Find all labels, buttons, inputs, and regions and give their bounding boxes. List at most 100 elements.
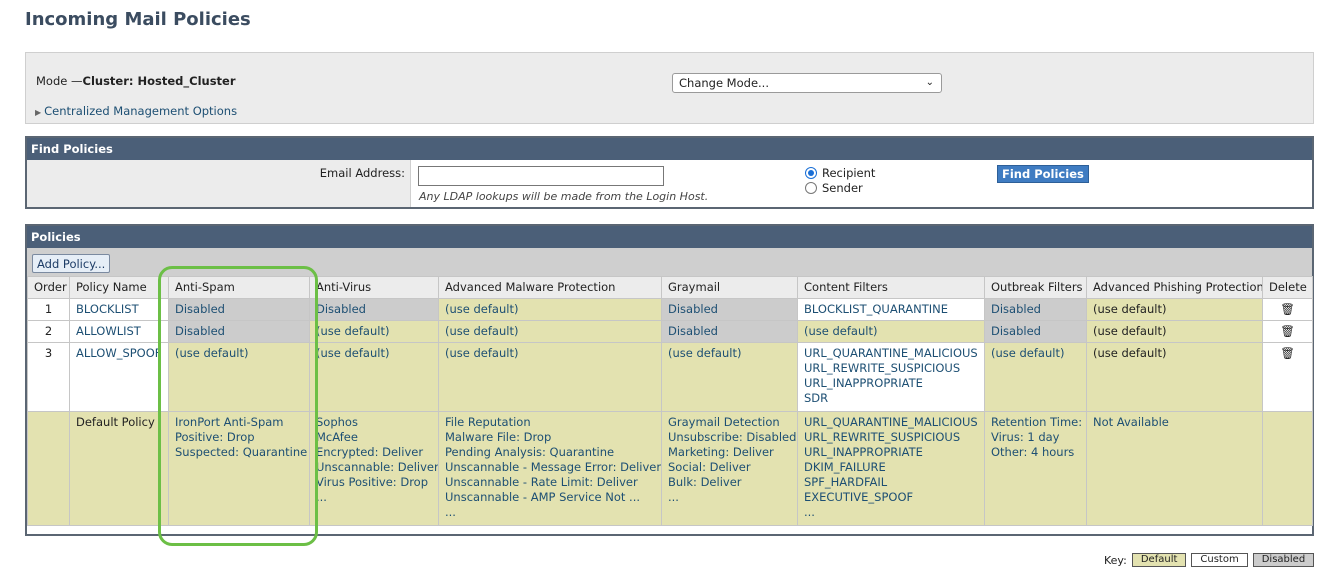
policies-header: Policies — [27, 226, 1312, 248]
email-address-input[interactable] — [418, 166, 664, 186]
phishing-cell[interactable]: (use default) — [1086, 298, 1263, 321]
mode-label: Mode — — [36, 74, 83, 88]
key-label: Key: — [1104, 553, 1127, 567]
col-graymail: Graymail — [661, 276, 798, 299]
anti-virus-cell[interactable]: Disabled — [309, 298, 439, 321]
content-filter-line: SDR — [804, 391, 829, 405]
col-anti-virus: Anti-Virus — [309, 276, 439, 299]
outbreak-cell[interactable]: Disabled — [984, 320, 1087, 343]
cell-line: ... — [668, 490, 679, 504]
cell-line: Marketing: Deliver — [668, 445, 774, 459]
row-order — [27, 411, 70, 526]
key-disabled: Disabled — [1252, 553, 1315, 567]
anti-spam-cell[interactable]: Disabled — [168, 320, 310, 343]
cell-line: URL_INAPPROPRIATE — [804, 445, 923, 459]
content-filters-cell[interactable]: BLOCKLIST_QUARANTINE — [797, 298, 985, 321]
recipient-radio-row[interactable]: Recipient — [805, 166, 875, 180]
cell-line: Suspected: Quarantine — [175, 445, 308, 459]
mode-panel: Mode —Cluster: Hosted_Cluster ▶ Centraliz… — [25, 52, 1314, 124]
cell-line: Malware File: Drop — [445, 430, 552, 444]
ldap-hint: Any LDAP lookups will be made from the L… — [419, 190, 709, 203]
sender-radio[interactable] — [805, 182, 817, 194]
cell-line: File Reputation — [445, 415, 531, 429]
amp-cell[interactable]: File Reputation Malware File: Drop Pendi… — [438, 411, 662, 526]
anti-virus-cell[interactable]: (use default) — [309, 320, 439, 343]
col-policy-name: Policy Name — [69, 276, 169, 299]
policy-name-link[interactable]: ALLOWLIST — [69, 320, 169, 343]
graymail-cell[interactable]: (use default) — [661, 342, 798, 412]
col-content-filters: Content Filters — [797, 276, 985, 299]
col-anti-spam: Anti-Spam — [168, 276, 310, 299]
delete-cell: 🗑 — [1262, 298, 1313, 321]
cell-line: Pending Analysis: Quarantine — [445, 445, 615, 459]
cell-line: Other: 4 hours — [991, 445, 1075, 459]
content-filters-cell[interactable]: URL_QUARANTINE_MALICIOUS URL_REWRITE_SUS… — [797, 342, 985, 412]
anti-spam-cell[interactable]: (use default) — [168, 342, 310, 412]
policies-section: Policies Add Policy... Order Policy Name… — [25, 224, 1314, 536]
outbreak-cell[interactable]: (use default) — [984, 342, 1087, 412]
delete-cell: 🗑 — [1262, 320, 1313, 343]
phishing-cell[interactable]: Not Available — [1086, 411, 1263, 526]
color-key: Key: Default Custom Disabled — [1104, 553, 1315, 567]
col-order: Order — [27, 276, 70, 299]
page-title: Incoming Mail Policies — [25, 9, 251, 30]
content-filters-cell[interactable]: URL_QUARANTINE_MALICIOUS URL_REWRITE_SUS… — [797, 411, 985, 526]
key-default: Default — [1131, 553, 1187, 567]
cell-line: ... — [445, 505, 456, 519]
cell-line: Virus Positive: Drop — [316, 475, 429, 489]
table-row: 3 ALLOW_SPOOF (use default) (use default… — [27, 342, 1313, 412]
phishing-cell[interactable]: (use default) — [1086, 320, 1263, 343]
trash-icon[interactable]: 🗑 — [1280, 346, 1295, 360]
key-custom: Custom — [1191, 553, 1248, 567]
content-filter-line: URL_INAPPROPRIATE — [804, 376, 923, 390]
table-header-row: Order Policy Name Anti-Spam Anti-Virus A… — [27, 276, 1313, 299]
graymail-cell[interactable]: Disabled — [661, 320, 798, 343]
cell-line: Bulk: Deliver — [668, 475, 742, 489]
outbreak-cell[interactable]: Retention Time: Virus: 1 day Other: 4 ho… — [984, 411, 1087, 526]
change-mode-select[interactable]: Change Mode... ⌄ — [672, 73, 942, 93]
add-policy-button[interactable]: Add Policy... — [32, 254, 111, 273]
cell-line: Social: Deliver — [668, 460, 751, 474]
row-order: 2 — [27, 320, 70, 343]
amp-cell[interactable]: (use default) — [438, 320, 662, 343]
cell-line: Unscannable - AMP Service Not ... — [445, 490, 641, 504]
anti-virus-cell[interactable]: Sophos McAfee Encrypted: Deliver Unscann… — [309, 411, 439, 526]
content-filters-cell[interactable]: (use default) — [797, 320, 985, 343]
find-policies-section: Find Policies Email Address: Any LDAP lo… — [25, 136, 1314, 209]
anti-spam-cell[interactable]: Disabled — [168, 298, 310, 321]
policies-table: Order Policy Name Anti-Spam Anti-Virus A… — [27, 276, 1313, 526]
cell-line: IronPort Anti-Spam — [175, 415, 284, 429]
graymail-cell[interactable]: Graymail Detection Unsubscribe: Disabled… — [661, 411, 798, 526]
trash-icon[interactable]: 🗑 — [1280, 302, 1295, 316]
cell-line: Graymail Detection — [668, 415, 780, 429]
sender-radio-row[interactable]: Sender — [805, 181, 863, 195]
anti-spam-cell[interactable]: IronPort Anti-Spam Positive: Drop Suspec… — [168, 411, 310, 526]
find-policies-button[interactable]: Find Policies — [997, 165, 1089, 183]
policy-name-link[interactable]: ALLOW_SPOOF — [69, 342, 169, 412]
col-advanced-phishing: Advanced Phishing Protection — [1086, 276, 1263, 299]
sender-label: Sender — [822, 181, 863, 195]
trash-icon[interactable]: 🗑 — [1280, 324, 1295, 338]
email-label-cell: Email Address: — [27, 160, 411, 207]
find-policies-header: Find Policies — [27, 138, 1312, 160]
table-row: 2 ALLOWLIST Disabled (use default) (use … — [27, 320, 1313, 343]
content-filter-line: URL_QUARANTINE_MALICIOUS — [804, 346, 978, 360]
amp-cell[interactable]: (use default) — [438, 342, 662, 412]
cell-line: Unscannable - Rate Limit: Deliver — [445, 475, 638, 489]
graymail-cell[interactable]: Disabled — [661, 298, 798, 321]
anti-virus-cell[interactable]: (use default) — [309, 342, 439, 412]
mode-line: Mode —Cluster: Hosted_Cluster — [36, 74, 236, 88]
policy-name-link[interactable]: BLOCKLIST — [69, 298, 169, 321]
delete-cell — [1262, 411, 1313, 526]
cell-line: Unsubscribe: Disabled — [668, 430, 797, 444]
row-order: 1 — [27, 298, 70, 321]
centralized-management-toggle[interactable]: ▶ Centralized Management Options — [35, 104, 237, 118]
change-mode-value: Change Mode... — [679, 76, 769, 90]
cell-line: EXECUTIVE_SPOOF — [804, 490, 914, 504]
outbreak-cell[interactable]: Disabled — [984, 298, 1087, 321]
default-policy-name: Default Policy — [69, 411, 169, 526]
recipient-radio[interactable] — [805, 167, 817, 179]
cell-line: URL_REWRITE_SUSPICIOUS — [804, 430, 961, 444]
amp-cell[interactable]: (use default) — [438, 298, 662, 321]
phishing-cell[interactable]: (use default) — [1086, 342, 1263, 412]
